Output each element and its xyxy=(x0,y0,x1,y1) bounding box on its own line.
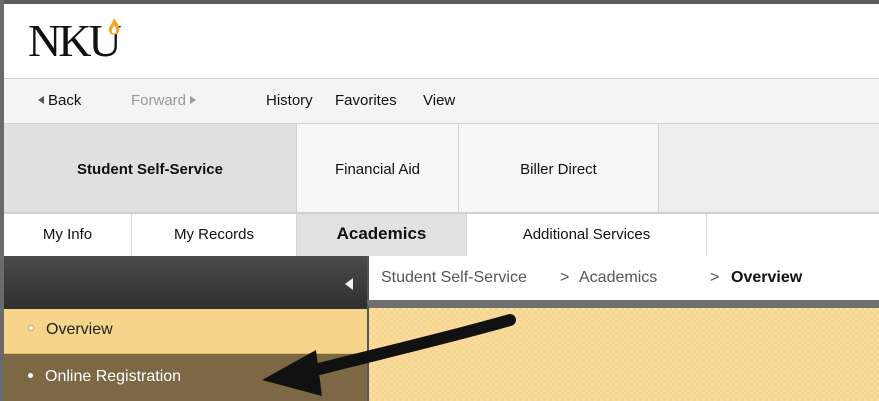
forward-arrow-icon xyxy=(190,96,197,104)
subtab-additional-services[interactable]: Additional Services xyxy=(467,214,707,256)
back-label: Back xyxy=(48,92,82,109)
breadcrumb-separator: > xyxy=(710,269,720,286)
top-level-tabs: Student Self-Service Financial Aid Bille… xyxy=(4,124,879,214)
breadcrumb-academics[interactable]: Academics xyxy=(579,269,657,287)
breadcrumb-separator: > xyxy=(560,269,570,286)
navigation-toolbar: Back Forward History Favorites View xyxy=(4,79,879,124)
sidebar-item-label: Online Registration xyxy=(45,368,182,385)
forward-label: Forward xyxy=(131,92,187,109)
tab-student-self-service[interactable]: Student Self-Service xyxy=(4,124,297,213)
view-menu[interactable]: View xyxy=(423,92,455,109)
breadcrumb: Student Self-Service > Academics > Overv… xyxy=(367,256,879,300)
sidebar-item-overview[interactable]: Overview xyxy=(4,309,367,354)
tab-biller-direct[interactable]: Biller Direct xyxy=(459,124,659,213)
content-area xyxy=(367,300,879,401)
sidebar-item-label: Overview xyxy=(46,321,113,338)
flame-icon xyxy=(108,18,120,35)
history-menu[interactable]: History xyxy=(266,92,313,109)
back-button[interactable]: Back xyxy=(38,92,81,109)
sidebar-item-online-registration[interactable]: Online Registration xyxy=(4,354,367,401)
bullet-icon xyxy=(28,325,34,331)
breadcrumb-student-self-service[interactable]: Student Self-Service xyxy=(381,269,527,287)
collapse-sidebar-icon[interactable] xyxy=(345,278,353,290)
forward-button[interactable]: Forward xyxy=(131,92,197,109)
bullet-icon xyxy=(28,373,33,378)
second-level-tabs: My Info My Records Academics Additional … xyxy=(4,214,879,257)
subtab-academics[interactable]: Academics xyxy=(297,214,467,256)
breadcrumb-overview: Overview xyxy=(731,269,803,286)
sidebar-header xyxy=(4,256,367,309)
subtab-my-info[interactable]: My Info xyxy=(4,214,132,256)
favorites-menu[interactable]: Favorites xyxy=(335,92,397,109)
nku-logo: NKU xyxy=(28,15,122,66)
header-logo-bar: NKU xyxy=(4,4,879,79)
back-arrow-icon xyxy=(38,96,44,104)
subtab-my-records[interactable]: My Records xyxy=(132,214,297,256)
tab-financial-aid[interactable]: Financial Aid xyxy=(297,124,459,213)
